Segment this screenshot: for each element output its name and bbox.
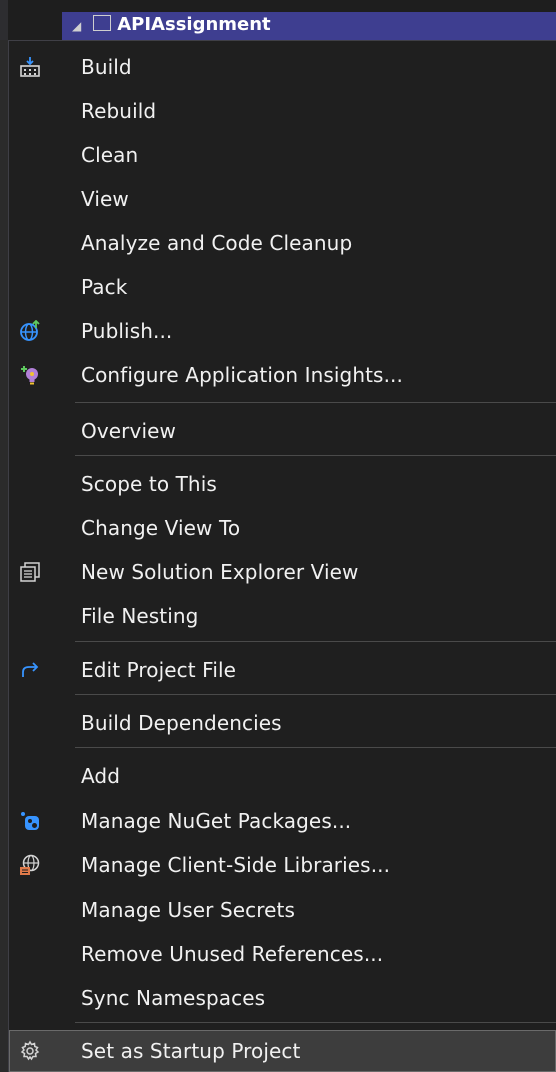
menu-separator xyxy=(75,747,556,748)
menu-item-label: Edit Project File xyxy=(81,658,237,682)
project-name: APIAssignment xyxy=(117,14,271,35)
menu-item-scope-to-this[interactable]: Scope to This xyxy=(9,464,556,504)
project-icon xyxy=(93,15,112,31)
context-menu: Build Rebuild Clean View Analyze and Cod… xyxy=(8,40,556,1072)
menu-item-label: Manage User Secrets xyxy=(81,898,295,922)
menu-item-manage-user-secrets[interactable]: Manage User Secrets xyxy=(9,890,556,930)
gear-icon xyxy=(19,1040,41,1062)
menu-item-view[interactable]: View xyxy=(9,179,556,219)
menu-item-label: Clean xyxy=(81,143,139,167)
menu-item-new-solution-explorer-view[interactable]: New Solution Explorer View xyxy=(9,552,556,592)
menu-item-build-dependencies[interactable]: Build Dependencies xyxy=(9,703,556,743)
menu-item-change-view-to[interactable]: Change View To xyxy=(9,508,556,548)
menu-item-rebuild[interactable]: Rebuild xyxy=(9,91,556,131)
globe-publish-icon xyxy=(19,320,41,342)
menu-item-label: Manage Client-Side Libraries... xyxy=(81,853,391,877)
solution-explorer-window-icon xyxy=(19,561,41,583)
menu-item-label: Publish... xyxy=(81,319,173,343)
menu-item-pack[interactable]: Pack xyxy=(9,267,556,307)
menu-separator xyxy=(75,1022,556,1023)
menu-item-remove-unused-references[interactable]: Remove Unused References... xyxy=(9,934,556,974)
menu-item-file-nesting[interactable]: File Nesting xyxy=(9,596,556,636)
menu-item-label: Set as Startup Project xyxy=(81,1039,301,1063)
menu-item-label: Configure Application Insights... xyxy=(81,363,403,387)
menu-item-label: Rebuild xyxy=(81,99,157,123)
menu-item-add[interactable]: Add xyxy=(9,756,556,796)
menu-item-set-as-startup-project[interactable]: Set as Startup Project xyxy=(9,1030,556,1072)
window-left-edge xyxy=(0,0,8,1072)
tree-gutter xyxy=(0,0,8,40)
menu-item-label: New Solution Explorer View xyxy=(81,560,359,584)
menu-item-label: Build Dependencies xyxy=(81,711,282,735)
menu-item-label: Sync Namespaces xyxy=(81,986,266,1010)
menu-separator xyxy=(75,455,556,456)
menu-separator xyxy=(75,402,556,403)
menu-item-analyze-and-code-cleanup[interactable]: Analyze and Code Cleanup xyxy=(9,223,556,263)
client-libraries-globe-icon xyxy=(19,854,41,876)
menu-item-build[interactable]: Build xyxy=(9,47,556,87)
menu-item-label: Change View To xyxy=(81,516,241,540)
menu-item-label: Pack xyxy=(81,275,128,299)
redo-arrow-icon xyxy=(19,659,41,681)
build-icon xyxy=(19,56,41,78)
menu-item-label: File Nesting xyxy=(81,604,199,628)
menu-item-overview[interactable]: Overview xyxy=(9,411,556,451)
menu-item-publish[interactable]: Publish... xyxy=(9,311,556,351)
menu-item-label: Add xyxy=(81,764,121,788)
menu-item-configure-application-insights[interactable]: Configure Application Insights... xyxy=(9,355,556,395)
menu-item-manage-nuget-packages[interactable]: Manage NuGet Packages... xyxy=(9,801,556,841)
app-insights-lightbulb-icon xyxy=(19,364,41,386)
menu-separator xyxy=(75,694,556,695)
menu-item-label: View xyxy=(81,187,129,211)
menu-item-edit-project-file[interactable]: Edit Project File xyxy=(9,650,556,690)
solution-explorer-tree: ◢ APIAssignment xyxy=(0,0,556,40)
menu-item-manage-client-side-libraries[interactable]: Manage Client-Side Libraries... xyxy=(9,845,556,885)
menu-separator xyxy=(75,641,556,642)
menu-item-label: Analyze and Code Cleanup xyxy=(81,231,353,255)
expand-chevron-icon[interactable]: ◢ xyxy=(72,19,81,33)
menu-item-label: Scope to This xyxy=(81,472,217,496)
menu-item-clean[interactable]: Clean xyxy=(9,135,556,175)
nuget-icon xyxy=(19,810,41,832)
menu-item-label: Overview xyxy=(81,419,176,443)
menu-item-label: Remove Unused References... xyxy=(81,942,384,966)
menu-item-label: Manage NuGet Packages... xyxy=(81,809,352,833)
menu-item-sync-namespaces[interactable]: Sync Namespaces xyxy=(9,978,556,1018)
tree-selected-label[interactable]: ◢ APIAssignment xyxy=(72,14,271,35)
menu-item-label: Build xyxy=(81,55,132,79)
